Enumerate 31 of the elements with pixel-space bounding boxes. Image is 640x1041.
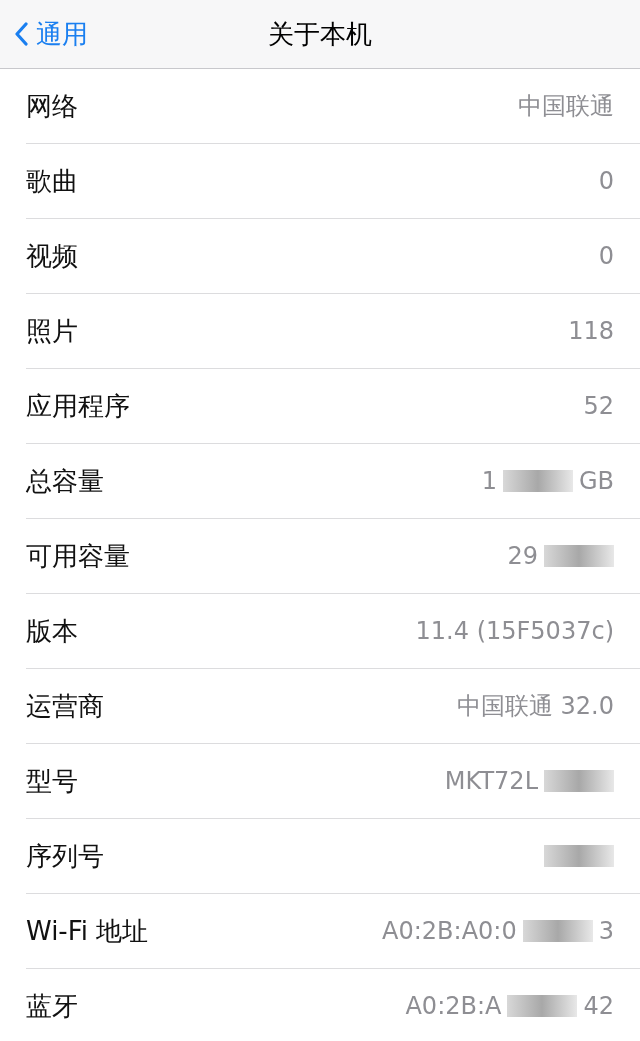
row-value: 29 bbox=[507, 542, 538, 570]
row-label: 型号 bbox=[26, 764, 78, 798]
row-value: 1 bbox=[481, 467, 497, 495]
row-value: 52 bbox=[583, 392, 614, 420]
row-label: 网络 bbox=[26, 89, 78, 123]
row-label: 歌曲 bbox=[26, 164, 78, 198]
row-label: 蓝牙 bbox=[26, 989, 78, 1023]
row-value: 中国联通 bbox=[518, 91, 614, 122]
row-value: 0 bbox=[598, 167, 614, 195]
row-value: 118 bbox=[568, 317, 614, 345]
row-value: 3 bbox=[598, 917, 614, 945]
row-value: A0:2B:A0:0 bbox=[382, 917, 517, 945]
row-label: 可用容量 bbox=[26, 539, 130, 573]
row-value: MKT72L bbox=[444, 767, 538, 795]
row-label: 版本 bbox=[26, 614, 78, 648]
row-label: 照片 bbox=[26, 314, 78, 348]
row-value: 0 bbox=[598, 242, 614, 270]
row-label: 应用程序 bbox=[26, 389, 130, 423]
back-button[interactable]: 通用 bbox=[0, 16, 88, 52]
page-title: 关于本机 bbox=[268, 17, 372, 51]
row-label: 运营商 bbox=[26, 689, 104, 723]
row-value: A0:2B:A bbox=[405, 992, 502, 1020]
row-label: 视频 bbox=[26, 239, 78, 273]
row-value: 11.4 (15F5037c) bbox=[415, 617, 614, 645]
row-label: 总容量 bbox=[26, 464, 104, 498]
row-value: 42 bbox=[583, 992, 614, 1020]
row-label: 序列号 bbox=[26, 839, 104, 873]
row-value: GB bbox=[578, 467, 614, 495]
row-value: 中国联通 32.0 bbox=[456, 691, 614, 722]
chevron-left-icon bbox=[14, 22, 28, 46]
row-label: Wi-Fi 地址 bbox=[26, 914, 149, 948]
